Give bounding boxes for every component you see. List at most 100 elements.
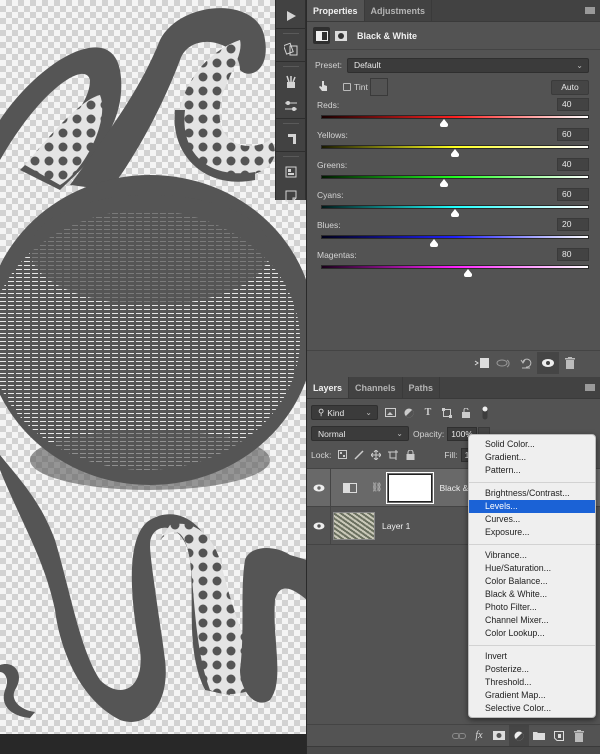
auto-button[interactable]: Auto: [551, 79, 589, 95]
view-previous-icon: [496, 359, 510, 368]
properties-header: Black & White: [307, 22, 600, 50]
add-layer-mask-button[interactable]: [489, 725, 509, 747]
adjustment-properties-button[interactable]: [313, 27, 330, 44]
slider-label: Yellows:: [317, 130, 348, 140]
paragraph-icon: [287, 134, 296, 144]
menu-item-hue-saturation[interactable]: Hue/Saturation...: [469, 562, 595, 575]
panel-menu-icon[interactable]: [585, 7, 595, 14]
toggle-visibility-button[interactable]: [537, 352, 559, 374]
layer-comps-button[interactable]: [276, 160, 305, 184]
layer-mask-thumbnail[interactable]: [386, 471, 435, 504]
delete-layer-button[interactable]: [569, 725, 589, 747]
lock-image-pixels-button[interactable]: [353, 449, 365, 461]
blend-mode-value: Normal: [318, 428, 346, 439]
menu-item-levels[interactable]: Levels...: [469, 500, 595, 513]
filter-smart-objects-button[interactable]: [459, 406, 473, 420]
lock-label: Lock:: [311, 449, 332, 460]
lock-position-button[interactable]: [370, 449, 382, 461]
menu-item-threshold[interactable]: Threshold...: [469, 676, 595, 689]
menu-item-curves[interactable]: Curves...: [469, 513, 595, 526]
hand-pointer-icon: [319, 81, 327, 91]
checkerboard-icon: [337, 450, 347, 459]
menu-item-photo-filter[interactable]: Photo Filter...: [469, 601, 595, 614]
link-icon: [452, 732, 466, 739]
tint-checkbox[interactable]: [343, 83, 351, 91]
tab-paths[interactable]: Paths: [403, 377, 441, 398]
slider-track[interactable]: [321, 115, 589, 119]
filter-kind-select[interactable]: ⚲ Kind ⌄: [311, 405, 378, 420]
menu-item-solid-color[interactable]: Solid Color...: [469, 438, 595, 451]
menu-item-posterize[interactable]: Posterize...: [469, 663, 595, 676]
lock-transparent-pixels-button[interactable]: [336, 449, 348, 461]
layer-visibility-toggle[interactable]: [307, 469, 331, 506]
tab-properties[interactable]: Properties: [307, 0, 365, 21]
trash-icon: [574, 729, 584, 742]
menu-item-color-lookup[interactable]: Color Lookup...: [469, 627, 595, 640]
tab-adjustments[interactable]: Adjustments: [365, 0, 433, 21]
menu-item-pattern[interactable]: Pattern...: [469, 464, 595, 477]
filter-adjustment-layers-button[interactable]: [402, 406, 416, 420]
menu-item-black-white[interactable]: Black & White...: [469, 588, 595, 601]
blend-mode-select[interactable]: Normal ⌄: [311, 426, 409, 441]
layer-comps-icon: [285, 166, 296, 178]
slider-track[interactable]: [321, 235, 589, 239]
menu-item-exposure[interactable]: Exposure...: [469, 526, 595, 539]
menu-item-gradient-map[interactable]: Gradient Map...: [469, 689, 595, 702]
link-layers-button[interactable]: [449, 725, 469, 747]
new-fill-adjustment-layer-button[interactable]: [509, 724, 529, 747]
clone-source-button[interactable]: [276, 37, 305, 61]
search-icon: ⚲: [318, 407, 325, 417]
slider-value-input[interactable]: 60: [557, 128, 589, 141]
slider-label: Magentas:: [317, 250, 357, 260]
brushes-button[interactable]: [276, 70, 305, 94]
panel-menu-icon[interactable]: [585, 384, 595, 391]
filter-type-layers-button[interactable]: T: [421, 406, 435, 420]
menu-item-selective-color[interactable]: Selective Color...: [469, 702, 595, 715]
layer-thumbnail[interactable]: [333, 511, 375, 540]
menu-item-color-balance[interactable]: Color Balance...: [469, 575, 595, 588]
panel-resize-strip[interactable]: [307, 746, 600, 754]
delete-adjustment-button[interactable]: [559, 352, 581, 374]
filter-toggle[interactable]: [478, 406, 492, 420]
paragraph-button[interactable]: [276, 127, 305, 151]
slider-value-input[interactable]: 60: [557, 188, 589, 201]
tint-color-swatch[interactable]: [369, 78, 388, 96]
tab-layers[interactable]: Layers: [307, 377, 350, 398]
slider-track[interactable]: [321, 265, 589, 269]
menu-item-channel-mixer[interactable]: Channel Mixer...: [469, 614, 595, 627]
slider-value-input[interactable]: 40: [557, 158, 589, 171]
preset-value: Default: [353, 60, 381, 70]
layer-mask-icon: [493, 731, 505, 740]
notes-button[interactable]: [276, 184, 305, 208]
menu-item-gradient[interactable]: Gradient...: [469, 451, 595, 464]
layer-name[interactable]: Layer 1: [382, 521, 410, 531]
tool-presets-button[interactable]: [276, 94, 305, 118]
reset-button[interactable]: [515, 352, 537, 374]
new-group-button[interactable]: [529, 725, 549, 747]
layer-visibility-toggle[interactable]: [307, 507, 331, 544]
menu-separator: [469, 482, 595, 483]
add-layer-style-button[interactable]: fx: [469, 725, 489, 747]
lock-artboard-button[interactable]: [387, 449, 399, 461]
slider-value-input[interactable]: 40: [557, 98, 589, 111]
clip-to-layer-button[interactable]: [471, 352, 493, 374]
preset-select[interactable]: Default ⌄: [346, 57, 589, 73]
actions-button[interactable]: [276, 4, 305, 28]
panel-dock-strip: [275, 0, 306, 202]
document-canvas[interactable]: [0, 0, 307, 734]
menu-item-brightness-contrast[interactable]: Brightness/Contrast...: [469, 487, 595, 500]
filter-shape-layers-button[interactable]: [440, 406, 454, 420]
filter-pixel-layers-button[interactable]: [383, 406, 397, 420]
tab-channels[interactable]: Channels: [349, 377, 403, 398]
menu-item-invert[interactable]: Invert: [469, 650, 595, 663]
slider-value-input[interactable]: 80: [557, 248, 589, 261]
menu-item-vibrance[interactable]: Vibrance...: [469, 549, 595, 562]
view-previous-state-button[interactable]: [493, 352, 515, 374]
new-layer-button[interactable]: [549, 725, 569, 747]
slider-value-input[interactable]: 20: [557, 218, 589, 231]
mask-properties-button[interactable]: [332, 27, 349, 44]
targeted-adjustment-tool[interactable]: [317, 80, 329, 94]
lock-all-button[interactable]: [404, 449, 416, 461]
slider-track[interactable]: [321, 175, 589, 179]
chain-link-icon[interactable]: ⛓: [371, 482, 382, 493]
